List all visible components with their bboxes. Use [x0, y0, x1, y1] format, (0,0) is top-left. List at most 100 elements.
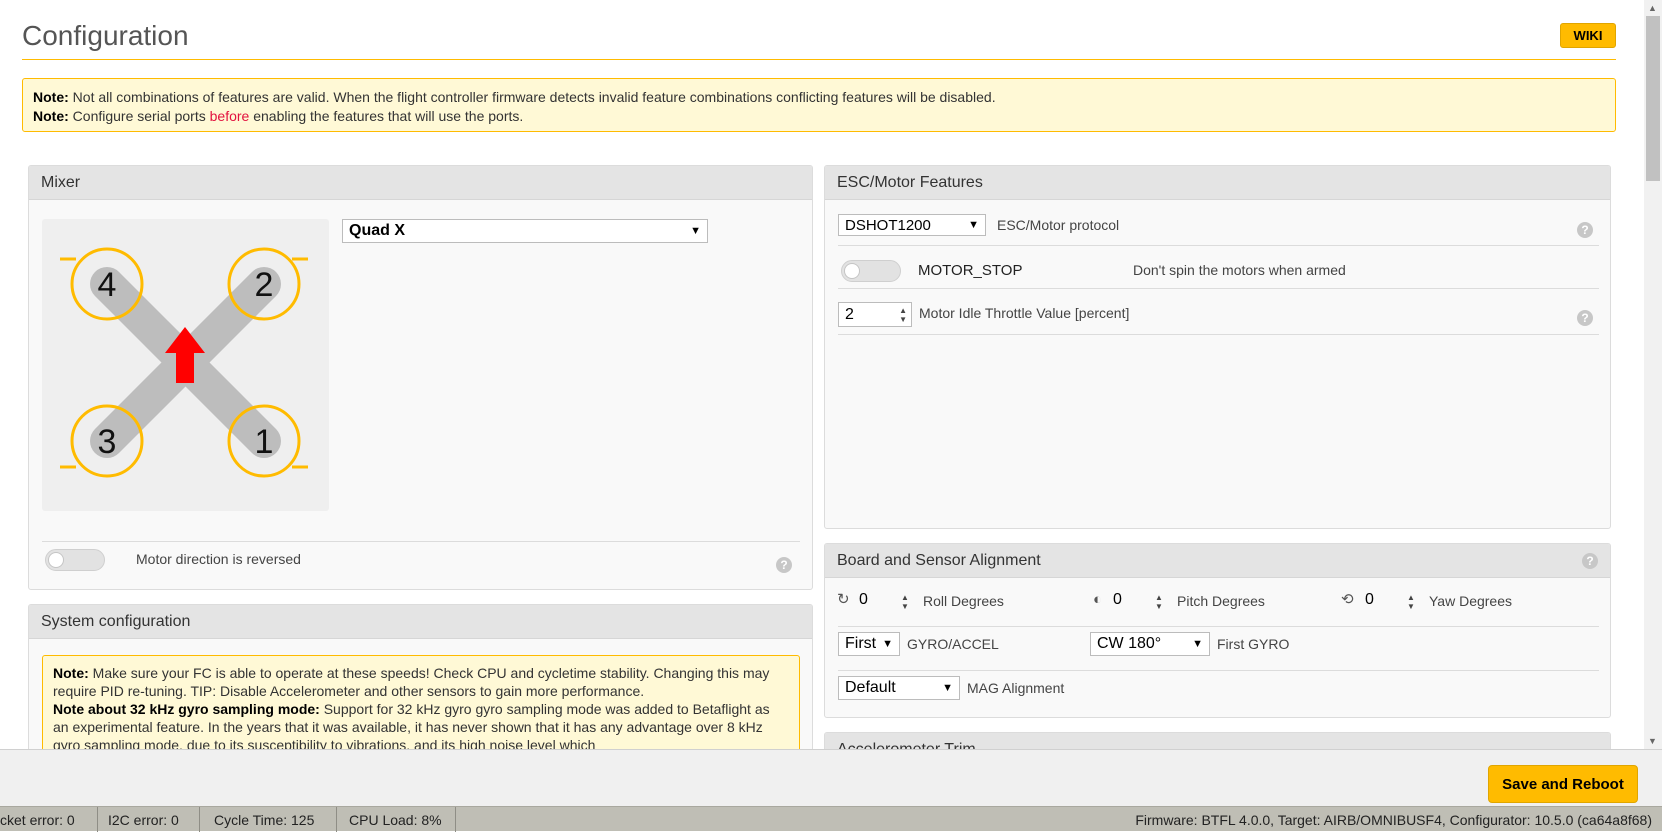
system-note: Note: Make sure your FC is able to opera… [42, 655, 800, 749]
system-note2-label: Note about 32 kHz gyro sampling mode: [53, 701, 320, 717]
motor-stop-name: MOTOR_STOP [918, 262, 1023, 279]
mag-alignment-value: Default [845, 679, 896, 696]
yaw-label: Yaw Degrees [1429, 593, 1513, 609]
note-label: Note: [33, 89, 69, 105]
spinner-arrows-icon[interactable]: ▲ ▼ [1407, 593, 1415, 611]
esc-protocol-label: ESC/Motor protocol [997, 217, 1120, 233]
pitch-label: Pitch Degrees [1177, 593, 1265, 609]
cycle-time: Cycle Time: 125 [214, 812, 315, 828]
system-note-text: Make sure your FC is able to operate at … [53, 665, 770, 699]
note-text-1: Not all combinations of features are val… [72, 89, 996, 105]
motor-number: 2 [255, 266, 274, 304]
first-gyro-label: First GYRO [1217, 636, 1290, 652]
idle-throttle-input[interactable]: 2 ▲ ▼ [838, 302, 912, 327]
mixer-panel: Mixer 4 2 3 1 Quad X ▼ Motor direction i… [28, 165, 813, 590]
status-separator [199, 807, 200, 832]
i2c-error: I2C error: 0 [108, 812, 179, 828]
help-icon[interactable]: ? [1577, 222, 1593, 238]
mag-alignment-label: MAG Alignment [967, 680, 1065, 696]
esc-motor-panel: ESC/Motor Features DSHOT1200 ▼ ESC/Motor… [824, 165, 1611, 529]
divider [838, 670, 1599, 671]
gyro-accel-select[interactable]: First ▼ [838, 632, 900, 656]
spinner-arrows-icon[interactable]: ▲ ▼ [901, 593, 909, 611]
board-alignment-header: Board and Sensor Alignment ? [825, 544, 1610, 578]
esc-motor-header: ESC/Motor Features [825, 166, 1610, 200]
yaw-icon: ⟲ [1341, 591, 1354, 608]
yaw-input[interactable]: 0 [1365, 591, 1374, 609]
accelerometer-trim-panel: Accelerometer Trim [824, 732, 1611, 749]
first-gyro-select[interactable]: CW 180° ▼ [1090, 632, 1210, 656]
system-note-label: Note: [53, 665, 89, 681]
roll-input[interactable]: 0 [859, 591, 868, 609]
motor-number: 1 [255, 423, 274, 461]
chevron-down-icon: ▼ [1192, 638, 1203, 650]
note-label: Note: [33, 108, 69, 124]
motor-reversed-label: Motor direction is reversed [136, 551, 301, 567]
help-icon[interactable]: ? [1577, 310, 1593, 326]
scrollbar-thumb[interactable] [1646, 16, 1660, 181]
board-alignment-title: Board and Sensor Alignment [837, 551, 1041, 569]
roll-icon: ↻ [837, 591, 850, 608]
motor-stop-desc: Don't spin the motors when armed [1133, 262, 1346, 278]
title-row: Configuration WIKI [22, 16, 1616, 60]
note-text-2a: Configure serial ports [72, 108, 206, 124]
first-gyro-value: CW 180° [1097, 635, 1162, 652]
divider [838, 245, 1599, 246]
motor-number: 4 [98, 266, 117, 304]
help-icon[interactable]: ? [776, 557, 792, 573]
pitch-input[interactable]: 0 [1113, 591, 1122, 609]
note-highlight: before [209, 108, 250, 124]
status-bar: cket error: 0 I2C error: 0 Cycle Time: 1… [0, 806, 1662, 832]
cpu-load: CPU Load: 8% [349, 812, 442, 828]
packet-error: cket error: 0 [0, 812, 75, 828]
chevron-down-icon: ▼ [968, 219, 979, 231]
motor-reversed-toggle[interactable] [45, 549, 105, 571]
board-alignment-panel: Board and Sensor Alignment ? ↻ 0 ▲ ▼ Roll… [824, 543, 1611, 718]
quad-x-diagram: 4 2 3 1 [60, 247, 308, 478]
wiki-button[interactable]: WIKI [1560, 23, 1616, 48]
mixer-select[interactable]: Quad X ▼ [342, 219, 708, 243]
divider [838, 334, 1599, 335]
note-text-2b: enabling the features that will use the … [253, 108, 524, 124]
chevron-down-icon: ▼ [882, 638, 893, 650]
motor-number: 3 [98, 423, 117, 461]
motor-stop-toggle[interactable] [841, 260, 901, 282]
toggle-knob [844, 263, 860, 279]
roll-label: Roll Degrees [923, 593, 1004, 609]
chevron-down-icon: ▼ [942, 682, 953, 694]
status-separator [97, 807, 98, 832]
accelerometer-trim-title: Accelerometer Trim [837, 740, 976, 750]
mixer-diagram: 4 2 3 1 [42, 219, 329, 511]
divider [838, 626, 1599, 627]
esc-protocol-select[interactable]: DSHOT1200 ▼ [838, 214, 986, 236]
idle-throttle-label: Motor Idle Throttle Value [percent] [919, 305, 1130, 321]
spinner-arrows-icon[interactable]: ▲ ▼ [1155, 593, 1163, 611]
bottom-toolbar: Save and Reboot [0, 749, 1662, 806]
system-config-title: System configuration [41, 612, 191, 630]
mixer-header: Mixer [29, 166, 812, 200]
esc-protocol-value: DSHOT1200 [845, 216, 931, 234]
firmware-info: Firmware: BTFL 4.0.0, Target: AIRB/OMNIB… [1135, 812, 1652, 828]
scroll-down-icon[interactable]: ▼ [1648, 736, 1657, 746]
page-scrollbar[interactable]: ▲ ▼ [1644, 0, 1662, 749]
pitch-icon: ◐ [1093, 591, 1103, 608]
mixer-title: Mixer [41, 173, 81, 191]
esc-motor-title: ESC/Motor Features [837, 173, 983, 191]
page-title: Configuration [22, 20, 189, 51]
divider [42, 541, 800, 542]
help-icon[interactable]: ? [1582, 552, 1598, 569]
accelerometer-trim-header: Accelerometer Trim [825, 733, 1610, 749]
idle-throttle-value: 2 [845, 305, 854, 323]
chevron-down-icon: ▼ [690, 225, 701, 237]
mag-alignment-select[interactable]: Default ▼ [838, 676, 960, 700]
mixer-selected-value: Quad X [349, 222, 406, 239]
toggle-knob [48, 552, 64, 568]
spinner-arrows-icon[interactable]: ▲ ▼ [899, 306, 907, 324]
system-config-panel: System configuration Note: Make sure you… [28, 604, 813, 749]
status-separator [455, 807, 456, 832]
feature-note: Note: Not all combinations of features a… [22, 78, 1616, 132]
save-and-reboot-button[interactable]: Save and Reboot [1488, 765, 1638, 803]
status-separator [336, 807, 337, 832]
scroll-up-icon[interactable]: ▲ [1648, 3, 1657, 13]
note-line-1: Note: Not all combinations of features a… [33, 88, 1605, 107]
